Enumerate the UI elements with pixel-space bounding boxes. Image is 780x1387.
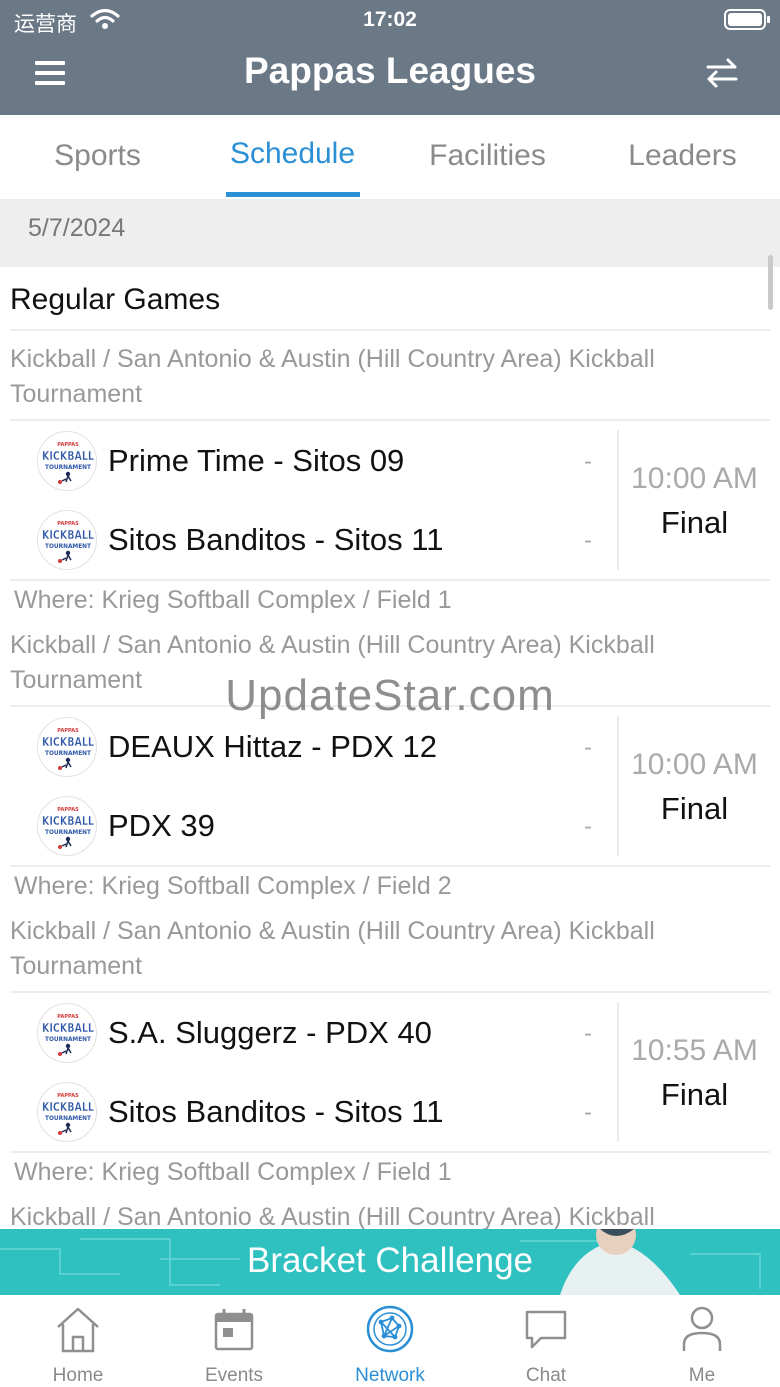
team-logo: PAPPAS KICKBALL TOURNAMENT — [37, 510, 97, 570]
svg-text:KICKBALL: KICKBALL — [42, 734, 94, 749]
league-label: Kickball / San Antonio & Austin (Hill Co… — [10, 345, 655, 408]
svg-text:KICKBALL: KICKBALL — [42, 1020, 94, 1035]
svg-text:TOURNAMENT: TOURNAMENT — [45, 828, 92, 836]
tabbar-label: Home — [52, 1365, 104, 1386]
top-tabs: Sports Schedule Facilities Leaders — [0, 115, 780, 199]
status-bar: 运营商 17:02 — [0, 0, 780, 40]
divider — [10, 419, 770, 421]
tab-sports[interactable]: Sports — [0, 115, 195, 199]
team-logo: PAPPAS KICKBALL TOURNAMENT — [37, 1003, 97, 1063]
swap-icon[interactable] — [704, 55, 740, 91]
divider — [10, 579, 770, 581]
kickball-tournament-logo: PAPPASKICKBALLTOURNAMENT — [42, 442, 94, 484]
divider — [10, 991, 770, 993]
team-logo: PAPPAS KICKBALL TOURNAMENT — [37, 431, 97, 491]
tabbar-network[interactable]: Network — [312, 1295, 468, 1387]
svg-text:KICKBALL: KICKBALL — [42, 1099, 94, 1114]
svg-text:KICKBALL: KICKBALL — [42, 448, 94, 463]
tabbar-chat[interactable]: Chat — [468, 1295, 624, 1387]
date-header: 5/7/2024 — [0, 199, 780, 267]
game-time: 10:55 AM — [631, 1034, 758, 1067]
tabbar-label: Events — [204, 1365, 264, 1386]
kickball-tournament-logo: PAPPASKICKBALLTOURNAMENT — [42, 1093, 94, 1135]
svg-text:TOURNAMENT: TOURNAMENT — [45, 749, 92, 757]
team-logo: PAPPAS KICKBALL TOURNAMENT — [37, 1082, 97, 1142]
battery-icon — [724, 9, 770, 30]
divider — [617, 1002, 619, 1142]
team-score: - — [584, 1020, 592, 1047]
team-name[interactable]: Sitos Banditos - Sitos 11 — [108, 522, 443, 558]
game-location[interactable]: Where: Krieg Softball Complex / Field 1 — [14, 1158, 452, 1187]
kickball-tournament-logo: PAPPASKICKBALLTOURNAMENT — [42, 728, 94, 770]
team-score: - — [584, 1099, 592, 1126]
league-label: Kickball / San Antonio & Austin (Hill Co… — [10, 917, 655, 980]
tabbar-me[interactable]: Me — [624, 1295, 780, 1387]
tabbar-label: Me — [688, 1365, 716, 1386]
app-title: Pappas Leagues — [243, 50, 536, 91]
tabbar-label: Network — [355, 1365, 425, 1386]
team-score: - — [584, 734, 592, 761]
game-location[interactable]: Where: Krieg Softball Complex / Field 1 — [14, 586, 452, 615]
game-status: Final — [660, 791, 729, 826]
kickball-tournament-logo: PAPPASKICKBALLTOURNAMENT — [42, 807, 94, 849]
kickball-tournament-logo: PAPPASKICKBALLTOURNAMENT — [42, 1014, 94, 1056]
svg-text:TOURNAMENT: TOURNAMENT — [45, 542, 92, 550]
kickball-tournament-logo: PAPPASKICKBALLTOURNAMENT — [42, 521, 94, 563]
section-title: Regular Games — [10, 283, 221, 316]
team-name[interactable]: Sitos Banditos - Sitos 11 — [108, 1094, 443, 1130]
tabbar-label: Chat — [525, 1365, 567, 1386]
bracket-challenge-banner[interactable]: Bracket Challenge — [0, 1229, 780, 1295]
team-logo: PAPPAS KICKBALL TOURNAMENT — [37, 717, 97, 777]
svg-text:KICKBALL: KICKBALL — [42, 527, 94, 542]
person-icon — [682, 1306, 722, 1351]
calendar-icon — [214, 1309, 254, 1351]
svg-text:TOURNAMENT: TOURNAMENT — [45, 1035, 92, 1043]
game-time: 10:00 AM — [631, 462, 758, 495]
divider — [10, 1151, 770, 1153]
team-score: - — [584, 527, 592, 554]
team-logo: PAPPAS KICKBALL TOURNAMENT — [37, 796, 97, 856]
team-name[interactable]: S.A. Sluggerz - PDX 40 — [108, 1015, 432, 1051]
scrollbar[interactable] — [768, 255, 773, 310]
team-score: - — [584, 448, 592, 475]
divider — [10, 329, 770, 331]
active-tab-indicator — [226, 192, 360, 197]
divider — [617, 430, 619, 570]
game-time: 10:00 AM — [631, 748, 758, 781]
divider — [10, 705, 770, 707]
game-location[interactable]: Where: Krieg Softball Complex / Field 2 — [14, 872, 452, 901]
league-label: Kickball / San Antonio & Austin (Hill Co… — [10, 631, 655, 694]
app-header: 运营商 17:02 Pappas Leagues — [0, 0, 780, 115]
bottom-tab-bar: Home Events Network Chat Me — [0, 1295, 780, 1387]
league-label: Kickball / San Antonio & Austin (Hill Co… — [10, 1203, 655, 1229]
chat-icon — [525, 1310, 567, 1349]
tab-facilities[interactable]: Facilities — [390, 115, 585, 199]
schedule-date: 5/7/2024 — [28, 214, 126, 242]
game-status: Final — [660, 1077, 729, 1112]
tab-schedule[interactable]: Schedule — [195, 115, 390, 199]
game-status: Final — [660, 505, 729, 540]
banner-label: Bracket Challenge — [247, 1241, 533, 1280]
status-time: 17:02 — [363, 8, 417, 31]
network-icon — [366, 1305, 414, 1353]
divider — [10, 865, 770, 867]
divider — [617, 716, 619, 856]
team-name[interactable]: Prime Time - Sitos 09 — [108, 443, 404, 479]
schedule-list[interactable]: Regular Games Kickball / San Antonio & A… — [0, 267, 780, 1229]
team-name[interactable]: DEAUX Hittaz - PDX 12 — [108, 729, 437, 765]
team-score: - — [584, 813, 592, 840]
svg-text:TOURNAMENT: TOURNAMENT — [45, 463, 92, 471]
tab-leaders[interactable]: Leaders — [585, 115, 780, 199]
team-name[interactable]: PDX 39 — [108, 808, 215, 844]
tabbar-events[interactable]: Events — [156, 1295, 312, 1387]
home-icon — [57, 1307, 99, 1353]
tabbar-home[interactable]: Home — [0, 1295, 156, 1387]
svg-text:TOURNAMENT: TOURNAMENT — [45, 1114, 92, 1122]
svg-text:KICKBALL: KICKBALL — [42, 813, 94, 828]
